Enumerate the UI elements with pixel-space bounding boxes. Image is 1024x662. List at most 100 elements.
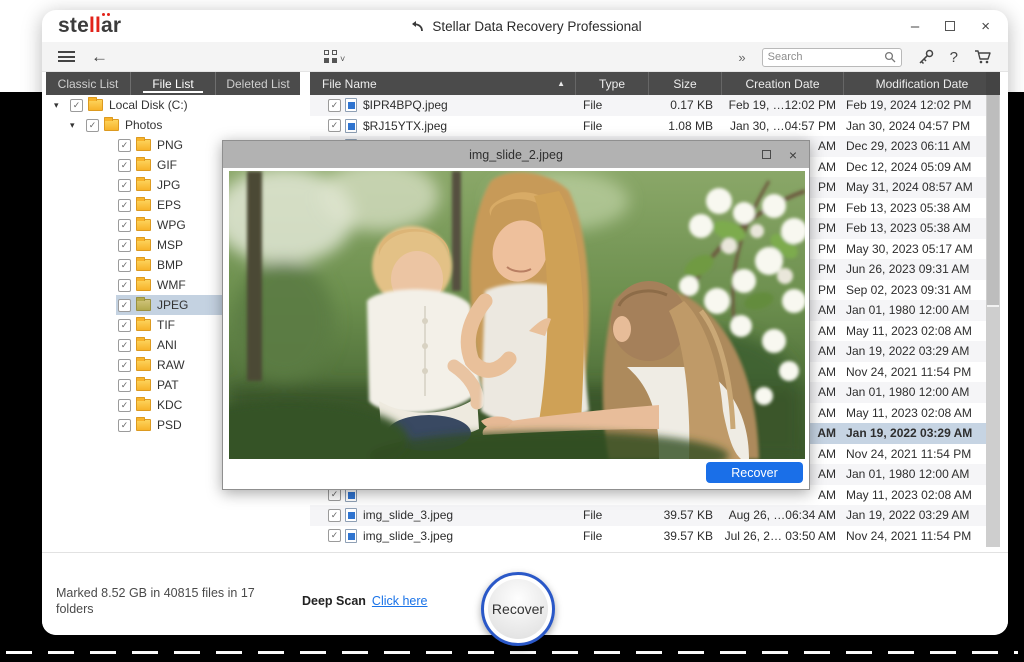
tree-checkbox[interactable]: ✓ (118, 278, 131, 292)
column-header-type[interactable]: Type (575, 72, 648, 95)
back-arrow-icon[interactable]: ← (91, 48, 108, 65)
vertical-scrollbar[interactable] (986, 95, 1000, 547)
file-creation-date: Aug 26, …06:34 AM (728, 508, 836, 523)
folder-icon (136, 257, 151, 271)
minimize-button[interactable]: – (911, 19, 919, 34)
tree-item-label: WMF (157, 278, 186, 292)
close-button[interactable]: × (981, 19, 990, 34)
tab-deleted-list[interactable]: Deleted List (215, 72, 300, 95)
table-row[interactable]: ✓ img_slide_3.jpeg File 39.57 KB Aug 26,… (310, 505, 986, 526)
menu-icon[interactable] (58, 51, 75, 62)
tree-checkbox[interactable]: ✓ (118, 398, 131, 412)
help-icon[interactable]: ? (950, 49, 958, 66)
row-checkbox[interactable]: ✓ (328, 508, 341, 522)
row-checkbox[interactable]: ✓ (328, 529, 341, 543)
deep-scan-link[interactable]: Click here (372, 594, 428, 608)
column-header-name[interactable]: File Name ▲ (310, 72, 575, 95)
file-name: $IPR4BPQ.jpeg (363, 98, 448, 113)
folder-icon (136, 417, 151, 431)
tree-checkbox[interactable]: ✓ (118, 158, 131, 172)
tree-item-label: GIF (157, 158, 177, 172)
tree-item-label: ANI (157, 338, 178, 352)
search-icon[interactable] (884, 51, 896, 63)
logo-dots (102, 13, 105, 16)
file-creation-date: Jan 30, …04:57 PM (729, 118, 836, 133)
scrollbar-thumb[interactable] (987, 95, 999, 307)
tab-classic-list[interactable]: Classic List (46, 72, 130, 95)
marked-files-status: Marked 8.52 GB in 40815 files in 17 fold… (56, 586, 255, 616)
recovery-arrow-icon (412, 20, 424, 31)
file-size: 1.08 MB (668, 118, 713, 133)
tree-checkbox[interactable]: ✓ (86, 118, 99, 132)
stellar-logo: stellar (58, 13, 122, 38)
table-row[interactable]: ✓ img_slide_3.jpeg File 39.57 KB Jul 26,… (310, 526, 986, 547)
file-modification-date: May 11, 2023 02:08 AM (846, 487, 972, 502)
tree-checkbox[interactable]: ✓ (118, 338, 131, 352)
tree-checkbox[interactable]: ✓ (118, 238, 131, 252)
column-header-modification[interactable]: Modification Date (843, 72, 1000, 95)
header-corner (986, 72, 1000, 95)
file-type: File (583, 118, 603, 133)
logo-text: ar (101, 14, 122, 37)
folder-icon (136, 217, 151, 231)
file-name: img_slide_3.jpeg (363, 508, 454, 523)
tree-checkbox[interactable]: ✓ (118, 218, 131, 232)
preview-maximize-button[interactable] (761, 150, 771, 159)
tree-item-label: JPEG (157, 298, 189, 312)
preview-title-bar[interactable]: img_slide_2.jpeg × (223, 141, 809, 168)
search-box[interactable] (761, 47, 902, 67)
tab-file-list[interactable]: File List (130, 72, 215, 95)
file-modification-date: Jan 19, 2022 03:29 AM (846, 426, 973, 441)
bottom-dashed-line (6, 651, 1018, 654)
overflow-chevrons-icon[interactable]: » (738, 50, 745, 65)
tree-item-label: TIF (157, 318, 175, 332)
folder-icon (136, 317, 151, 331)
tree-item-label: MSP (157, 238, 184, 252)
tree-checkbox[interactable]: ✓ (118, 318, 131, 332)
tree-item-label: Photos (125, 118, 163, 132)
tree-checkbox[interactable]: ✓ (118, 258, 131, 272)
view-layout-icon[interactable] (324, 50, 337, 63)
file-modification-date: Jan 01, 1980 12:00 AM (846, 467, 970, 482)
tree-checkbox[interactable]: ✓ (118, 378, 131, 392)
row-checkbox[interactable]: ✓ (328, 488, 341, 502)
maximize-button[interactable] (945, 21, 956, 31)
tree-checkbox[interactable]: ✓ (118, 178, 131, 192)
folder-icon (136, 357, 151, 371)
preview-close-button[interactable]: × (789, 148, 797, 162)
logo-text-red: ll (88, 14, 102, 37)
tree-checkbox[interactable]: ✓ (118, 418, 131, 432)
file-modification-date: May 31, 2024 08:57 AM (846, 180, 973, 195)
tree-item[interactable]: ▾ ✓ Local Disk (C:) (46, 95, 300, 115)
search-input[interactable] (767, 51, 884, 63)
preview-photo (229, 171, 805, 459)
table-row[interactable]: ✓ $RJ15YTX.jpeg File 1.08 MB Jan 30, …04… (310, 116, 986, 137)
recover-button[interactable]: Recover (481, 572, 555, 646)
expand-arrow-icon[interactable]: ▾ (70, 120, 82, 131)
table-row[interactable]: ✓ $IPR4BPQ.jpeg File 0.17 KB Feb 19, …12… (310, 95, 986, 116)
preview-recover-button[interactable]: Recover (706, 462, 803, 483)
column-header-creation[interactable]: Creation Date (721, 72, 843, 95)
tree-checkbox[interactable]: ✓ (118, 198, 131, 212)
file-modification-date: May 11, 2023 02:08 AM (846, 323, 972, 338)
sort-ascending-icon[interactable]: ▲ (557, 79, 565, 88)
column-header-size[interactable]: Size (648, 72, 721, 95)
tree-checkbox[interactable]: ✓ (118, 298, 131, 312)
tree-checkbox[interactable]: ✓ (70, 98, 83, 112)
row-checkbox[interactable]: ✓ (328, 98, 341, 112)
key-icon[interactable] (918, 49, 934, 65)
caret-down-icon[interactable]: ˅ (340, 54, 345, 64)
expand-arrow-icon[interactable]: ▾ (54, 100, 66, 111)
file-modification-date: Jun 26, 2023 09:31 AM (846, 262, 970, 277)
file-size: 39.57 KB (663, 528, 713, 543)
tree-item-label: PNG (157, 138, 184, 152)
file-modification-date: May 11, 2023 02:08 AM (846, 405, 972, 420)
file-modification-date: Nov 24, 2021 11:54 PM (846, 528, 972, 543)
tree-item[interactable]: ▾ ✓ Photos (46, 115, 300, 135)
file-creation-date: Feb 19, …12:02 PM (728, 98, 836, 113)
tree-checkbox[interactable]: ✓ (118, 138, 131, 152)
file-modification-date: Dec 29, 2023 06:11 AM (846, 139, 971, 154)
tree-checkbox[interactable]: ✓ (118, 358, 131, 372)
row-checkbox[interactable]: ✓ (328, 119, 341, 133)
cart-icon[interactable] (974, 49, 992, 65)
